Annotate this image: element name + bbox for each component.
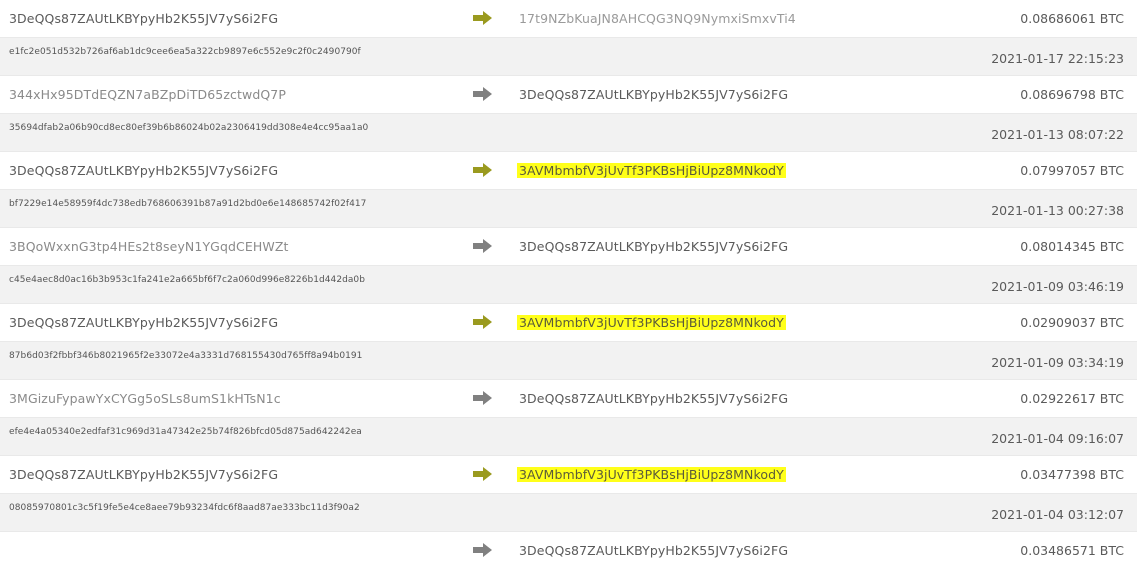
from-address[interactable]: 3DeQQs87ZAUtLKBYpyHb2K55JV7yS6i2FG bbox=[9, 315, 278, 330]
amount: 0.08686061 BTC bbox=[1020, 11, 1124, 26]
transaction-list: 3DeQQs87ZAUtLKBYpyHb2K55JV7yS6i2FG 17t9N… bbox=[0, 0, 1137, 569]
transaction-hash[interactable]: e1fc2e051d532b726af6ab1dc9cee6ea5a322cb9… bbox=[9, 47, 361, 57]
arrow-right-icon bbox=[473, 162, 493, 178]
timestamp: 2021-01-04 03:12:07 bbox=[991, 507, 1124, 522]
arrow-right-icon bbox=[473, 314, 493, 330]
timestamp: 2021-01-09 03:34:19 bbox=[991, 355, 1124, 370]
to-address-highlighted[interactable]: 3AVMbmbfV3jUvTf3PKBsHjBiUpz8MNkodY bbox=[517, 163, 786, 178]
transaction-details-row: 08085970801c3c5f19fe5e4ce8aee79b93234fdc… bbox=[0, 493, 1137, 531]
transaction-hash[interactable]: efe4e4a05340e2edfaf31c969d31a47342e25b74… bbox=[9, 427, 362, 437]
transaction-row[interactable]: 344xHx95DTdEQZN7aBZpDiTD65zctwdQ7P 3DeQQ… bbox=[0, 75, 1137, 113]
amount: 0.02922617 BTC bbox=[1020, 391, 1124, 406]
timestamp: 2021-01-13 00:27:38 bbox=[991, 203, 1124, 218]
to-address-highlighted[interactable]: 3AVMbmbfV3jUvTf3PKBsHjBiUpz8MNkodY bbox=[517, 467, 786, 482]
transaction-row[interactable]: 3DeQQs87ZAUtLKBYpyHb2K55JV7yS6i2FG 0.034… bbox=[0, 531, 1137, 569]
timestamp: 2021-01-09 03:46:19 bbox=[991, 279, 1124, 294]
amount: 0.08696798 BTC bbox=[1020, 87, 1124, 102]
transaction-hash[interactable]: bf7229e14e58959f4dc738edb768606391b87a91… bbox=[9, 199, 366, 209]
transaction-row[interactable]: 3DeQQs87ZAUtLKBYpyHb2K55JV7yS6i2FG 3AVMb… bbox=[0, 151, 1137, 189]
timestamp: 2021-01-13 08:07:22 bbox=[991, 127, 1124, 142]
amount: 0.02909037 BTC bbox=[1020, 315, 1124, 330]
to-address-highlighted[interactable]: 3AVMbmbfV3jUvTf3PKBsHjBiUpz8MNkodY bbox=[517, 315, 786, 330]
arrow-right-icon bbox=[473, 466, 493, 482]
arrow-right-icon bbox=[473, 238, 493, 254]
from-address[interactable]: 344xHx95DTdEQZN7aBZpDiTD65zctwdQ7P bbox=[9, 87, 286, 102]
from-address[interactable]: 3DeQQs87ZAUtLKBYpyHb2K55JV7yS6i2FG bbox=[9, 11, 278, 26]
transaction-row[interactable]: 3DeQQs87ZAUtLKBYpyHb2K55JV7yS6i2FG 3AVMb… bbox=[0, 455, 1137, 493]
transaction-row[interactable]: 3MGizuFypawYxCYGg5oSLs8umS1kHTsN1c 3DeQQ… bbox=[0, 379, 1137, 417]
transaction-details-row: efe4e4a05340e2edfaf31c969d31a47342e25b74… bbox=[0, 417, 1137, 455]
transaction-details-row: bf7229e14e58959f4dc738edb768606391b87a91… bbox=[0, 189, 1137, 227]
transaction-hash[interactable]: 08085970801c3c5f19fe5e4ce8aee79b93234fdc… bbox=[9, 503, 360, 513]
amount: 0.03477398 BTC bbox=[1020, 467, 1124, 482]
arrow-right-icon bbox=[473, 542, 493, 558]
transaction-details-row: c45e4aec8d0ac16b3b953c1fa241e2a665bf6f7c… bbox=[0, 265, 1137, 303]
to-address[interactable]: 3DeQQs87ZAUtLKBYpyHb2K55JV7yS6i2FG bbox=[519, 239, 788, 254]
timestamp: 2021-01-04 09:16:07 bbox=[991, 431, 1124, 446]
transaction-hash[interactable]: 87b6d03f2fbbf346b8021965f2e33072e4a3331d… bbox=[9, 351, 362, 361]
amount: 0.08014345 BTC bbox=[1020, 239, 1124, 254]
transaction-details-row: e1fc2e051d532b726af6ab1dc9cee6ea5a322cb9… bbox=[0, 37, 1137, 75]
to-address[interactable]: 17t9NZbKuaJN8AHCQG3NQ9NymxiSmxvTi4 bbox=[519, 11, 796, 26]
amount: 0.07997057 BTC bbox=[1020, 163, 1124, 178]
to-address[interactable]: 3DeQQs87ZAUtLKBYpyHb2K55JV7yS6i2FG bbox=[519, 543, 788, 558]
amount: 0.03486571 BTC bbox=[1020, 543, 1124, 558]
transaction-row[interactable]: 3BQoWxxnG3tp4HEs2t8seyN1YGqdCEHWZt 3DeQQ… bbox=[0, 227, 1137, 265]
transaction-details-row: 35694dfab2a06b90cd8ec80ef39b6b86024b02a2… bbox=[0, 113, 1137, 151]
from-address[interactable]: 3DeQQs87ZAUtLKBYpyHb2K55JV7yS6i2FG bbox=[9, 467, 278, 482]
transaction-details-row: 87b6d03f2fbbf346b8021965f2e33072e4a3331d… bbox=[0, 341, 1137, 379]
transaction-row[interactable]: 3DeQQs87ZAUtLKBYpyHb2K55JV7yS6i2FG 3AVMb… bbox=[0, 303, 1137, 341]
transaction-hash[interactable]: c45e4aec8d0ac16b3b953c1fa241e2a665bf6f7c… bbox=[9, 275, 365, 285]
to-address[interactable]: 3DeQQs87ZAUtLKBYpyHb2K55JV7yS6i2FG bbox=[519, 87, 788, 102]
from-address[interactable]: 3DeQQs87ZAUtLKBYpyHb2K55JV7yS6i2FG bbox=[9, 163, 278, 178]
from-address[interactable]: 3MGizuFypawYxCYGg5oSLs8umS1kHTsN1c bbox=[9, 391, 281, 406]
transaction-row[interactable]: 3DeQQs87ZAUtLKBYpyHb2K55JV7yS6i2FG 17t9N… bbox=[0, 0, 1137, 37]
to-address[interactable]: 3DeQQs87ZAUtLKBYpyHb2K55JV7yS6i2FG bbox=[519, 391, 788, 406]
transaction-hash[interactable]: 35694dfab2a06b90cd8ec80ef39b6b86024b02a2… bbox=[9, 123, 368, 133]
arrow-right-icon bbox=[473, 390, 493, 406]
timestamp: 2021-01-17 22:15:23 bbox=[991, 51, 1124, 66]
arrow-right-icon bbox=[473, 86, 493, 102]
from-address[interactable]: 3BQoWxxnG3tp4HEs2t8seyN1YGqdCEHWZt bbox=[9, 239, 288, 254]
arrow-right-icon bbox=[473, 10, 493, 26]
